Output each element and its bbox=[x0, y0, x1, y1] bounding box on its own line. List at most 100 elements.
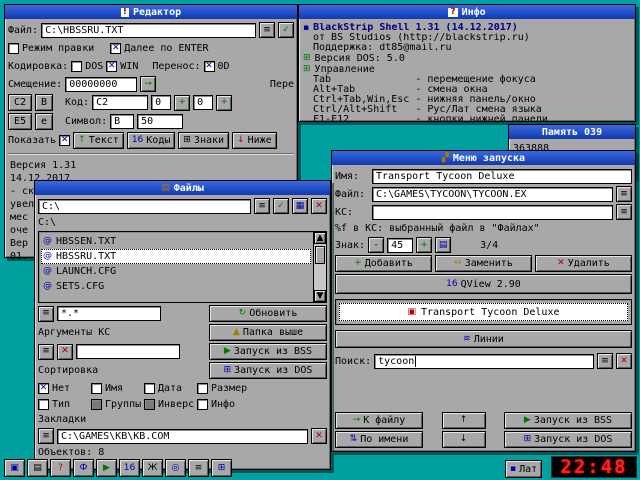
bookmark-clear-button[interactable]: ✕ bbox=[311, 428, 327, 444]
launch-run-bss-button[interactable]: ▶ Запуск из BSS bbox=[504, 412, 632, 429]
path-input[interactable]: C:\ bbox=[38, 198, 251, 214]
launch-file-input[interactable]: C:\GAMES\TYCOON\TYCOON.EX bbox=[372, 186, 613, 202]
args-menu-button[interactable]: ≡ bbox=[38, 343, 54, 360]
sort-info-checkbox[interactable] bbox=[197, 398, 208, 410]
sort-invert-checkbox[interactable] bbox=[144, 398, 155, 410]
taskbar-icon-3[interactable]: ? bbox=[50, 459, 71, 477]
launch-name-input[interactable]: Transport Tycoon Deluxe bbox=[372, 168, 632, 184]
mask-input[interactable]: *.* bbox=[57, 306, 161, 321]
char-bottom-button[interactable]: е bbox=[35, 113, 53, 130]
editor-file-ok-button[interactable]: ✓ bbox=[278, 22, 294, 38]
path-menu-button[interactable]: ≡ bbox=[254, 198, 270, 214]
sort-name-checkbox[interactable] bbox=[91, 382, 102, 394]
path-clear-button[interactable]: ✕ bbox=[311, 198, 327, 214]
launch-run-dos-button[interactable]: ⊞ Запуск из DOS bbox=[504, 431, 632, 448]
bookmark-menu-button[interactable]: ≡ bbox=[38, 428, 54, 444]
sort-groups-checkbox[interactable] bbox=[91, 398, 102, 410]
move-up-button[interactable]: ↑ bbox=[441, 412, 486, 429]
scrollbar-thumb[interactable] bbox=[315, 246, 325, 264]
args-clear-button[interactable]: ✕ bbox=[57, 343, 73, 360]
qview-button[interactable]: 16 QView 2.90 bbox=[335, 274, 632, 294]
search-go-button[interactable]: ≡ bbox=[597, 353, 613, 369]
taskbar-icon-1[interactable]: ▣ bbox=[4, 459, 25, 477]
edit-mode-checkbox[interactable] bbox=[8, 42, 19, 54]
launch-ks-input[interactable] bbox=[372, 204, 613, 220]
code-input[interactable]: C2 bbox=[92, 95, 149, 110]
offset-go-button[interactable]: → bbox=[140, 76, 157, 92]
move-down-button[interactable]: ↓ bbox=[441, 431, 486, 448]
show-text-button[interactable]: ↑ Текст bbox=[73, 132, 124, 149]
hex-bottom-button[interactable]: E5 bbox=[8, 113, 32, 130]
file-list-scrollbar[interactable]: ▲ ▼ bbox=[313, 232, 326, 302]
znak-input[interactable]: 45 bbox=[387, 237, 414, 253]
refresh-button[interactable]: ↻ Обновить bbox=[209, 305, 327, 322]
search-clear-button[interactable]: ✕ bbox=[616, 353, 632, 369]
show-chars-button[interactable]: ⊞ Знаки bbox=[178, 132, 230, 149]
znak-minus-button[interactable]: - bbox=[368, 237, 385, 253]
file-row[interactable]: @ SETS.CFG bbox=[41, 279, 311, 294]
add-item-button[interactable]: + Добавить bbox=[335, 255, 432, 272]
editor-titlebar[interactable]: ! Редактор bbox=[5, 5, 297, 19]
symbol-code-input[interactable]: 50 bbox=[137, 114, 184, 129]
symbol-char-input[interactable]: В bbox=[110, 114, 135, 129]
scroll-down-button[interactable]: ▼ bbox=[314, 290, 326, 302]
path-go-button[interactable]: ✓ bbox=[273, 198, 289, 214]
offset-input[interactable]: 00000000 bbox=[65, 76, 138, 92]
spin-b-plus-button[interactable]: + bbox=[216, 94, 233, 111]
taskbar-icon-10[interactable]: ⊞ bbox=[211, 459, 232, 477]
taskbar-icon-4[interactable]: Ф bbox=[73, 459, 94, 477]
launch-file-browse-button[interactable]: ≡ bbox=[616, 186, 632, 202]
file-row[interactable]: @ HBSSEN.TXT bbox=[41, 234, 311, 249]
show-codes-button[interactable]: 16 Коды bbox=[126, 132, 176, 149]
path-tree-button[interactable]: ▦ bbox=[292, 198, 308, 214]
taskbar-icon-2[interactable]: ▤ bbox=[27, 459, 48, 477]
encoding-win-checkbox[interactable]: ✕ bbox=[106, 60, 118, 72]
spin-b-input[interactable]: 0 bbox=[193, 95, 214, 110]
launch-ks-menu-button[interactable]: ≡ bbox=[616, 204, 632, 220]
sort-type-checkbox[interactable] bbox=[38, 398, 49, 410]
replace-item-button[interactable]: ↔ Заменить bbox=[435, 255, 532, 272]
znak-plus-button[interactable]: + bbox=[416, 237, 433, 253]
spin-a-input[interactable]: 0 bbox=[151, 95, 172, 110]
sort-date-checkbox[interactable] bbox=[144, 382, 155, 394]
args-input[interactable] bbox=[76, 344, 180, 359]
scroll-up-button[interactable]: ▲ bbox=[314, 232, 326, 244]
folder-up-button[interactable]: ▲ Папка выше bbox=[209, 324, 327, 341]
taskbar-icon-9[interactable]: ≡ bbox=[188, 459, 209, 477]
sort-none-checkbox[interactable]: ✕ bbox=[38, 382, 49, 394]
to-file-button[interactable]: → К файлу bbox=[335, 412, 423, 429]
show-below-button[interactable]: ↓ Ниже bbox=[232, 132, 277, 149]
hex-top-button[interactable]: C2 bbox=[8, 94, 32, 111]
editor-file-input[interactable]: C:\HBSSRU.TXT bbox=[41, 22, 256, 38]
sort-by-name-button[interactable]: ⇅ По имени bbox=[335, 431, 423, 448]
scrollbar-track[interactable] bbox=[314, 244, 326, 290]
delete-item-button[interactable]: ✕ Удалить bbox=[535, 255, 632, 272]
taskbar-icon-5[interactable]: ▶ bbox=[96, 459, 117, 477]
lines-button[interactable]: ≋ Линии bbox=[335, 330, 632, 348]
wrap-checkbox[interactable]: ✕ bbox=[203, 60, 215, 72]
show-checkbox[interactable]: ✕ bbox=[59, 135, 71, 146]
language-indicator-button[interactable]: ▪ Лат bbox=[505, 460, 543, 478]
files-run-bss-button[interactable]: ▶ Запуск из BSS bbox=[209, 343, 327, 360]
enter-next-checkbox[interactable]: ✕ bbox=[110, 42, 122, 54]
info-titlebar[interactable]: ? Инфо bbox=[299, 5, 635, 19]
taskbar-icon-8[interactable]: ◎ bbox=[165, 459, 186, 477]
memory-titlebar[interactable]: Память 039 bbox=[509, 125, 635, 139]
taskbar-icon-6[interactable]: 16 bbox=[119, 459, 140, 477]
charmap-button[interactable]: ▤ bbox=[435, 237, 452, 253]
encoding-dos-checkbox[interactable] bbox=[71, 60, 83, 72]
search-input[interactable]: tycoon bbox=[374, 353, 594, 369]
mask-menu-button[interactable]: ≡ bbox=[38, 305, 54, 322]
sort-size-checkbox[interactable] bbox=[197, 382, 208, 394]
bookmark-input[interactable]: C:\GAMES\KB\KB.COM bbox=[57, 428, 308, 444]
taskbar-icon-7[interactable]: Ж bbox=[142, 459, 163, 477]
file-row[interactable]: @ LAUNCH.CFG bbox=[41, 264, 311, 279]
editor-file-menu-button[interactable]: ≡ bbox=[259, 22, 275, 38]
char-top-button[interactable]: В bbox=[35, 94, 53, 111]
launch-titlebar[interactable]: ▞ Меню запуска bbox=[332, 151, 635, 165]
files-run-dos-button[interactable]: ⊞ Запуск из DOS bbox=[209, 362, 327, 379]
launch-item-selected[interactable]: ▣ Transport Tycoon Deluxe bbox=[339, 303, 628, 321]
file-row-selected[interactable]: @ HBSSRU.TXT bbox=[41, 249, 311, 264]
spin-a-plus-button[interactable]: + bbox=[174, 94, 191, 111]
files-titlebar[interactable]: ▤ Файлы bbox=[35, 181, 330, 195]
